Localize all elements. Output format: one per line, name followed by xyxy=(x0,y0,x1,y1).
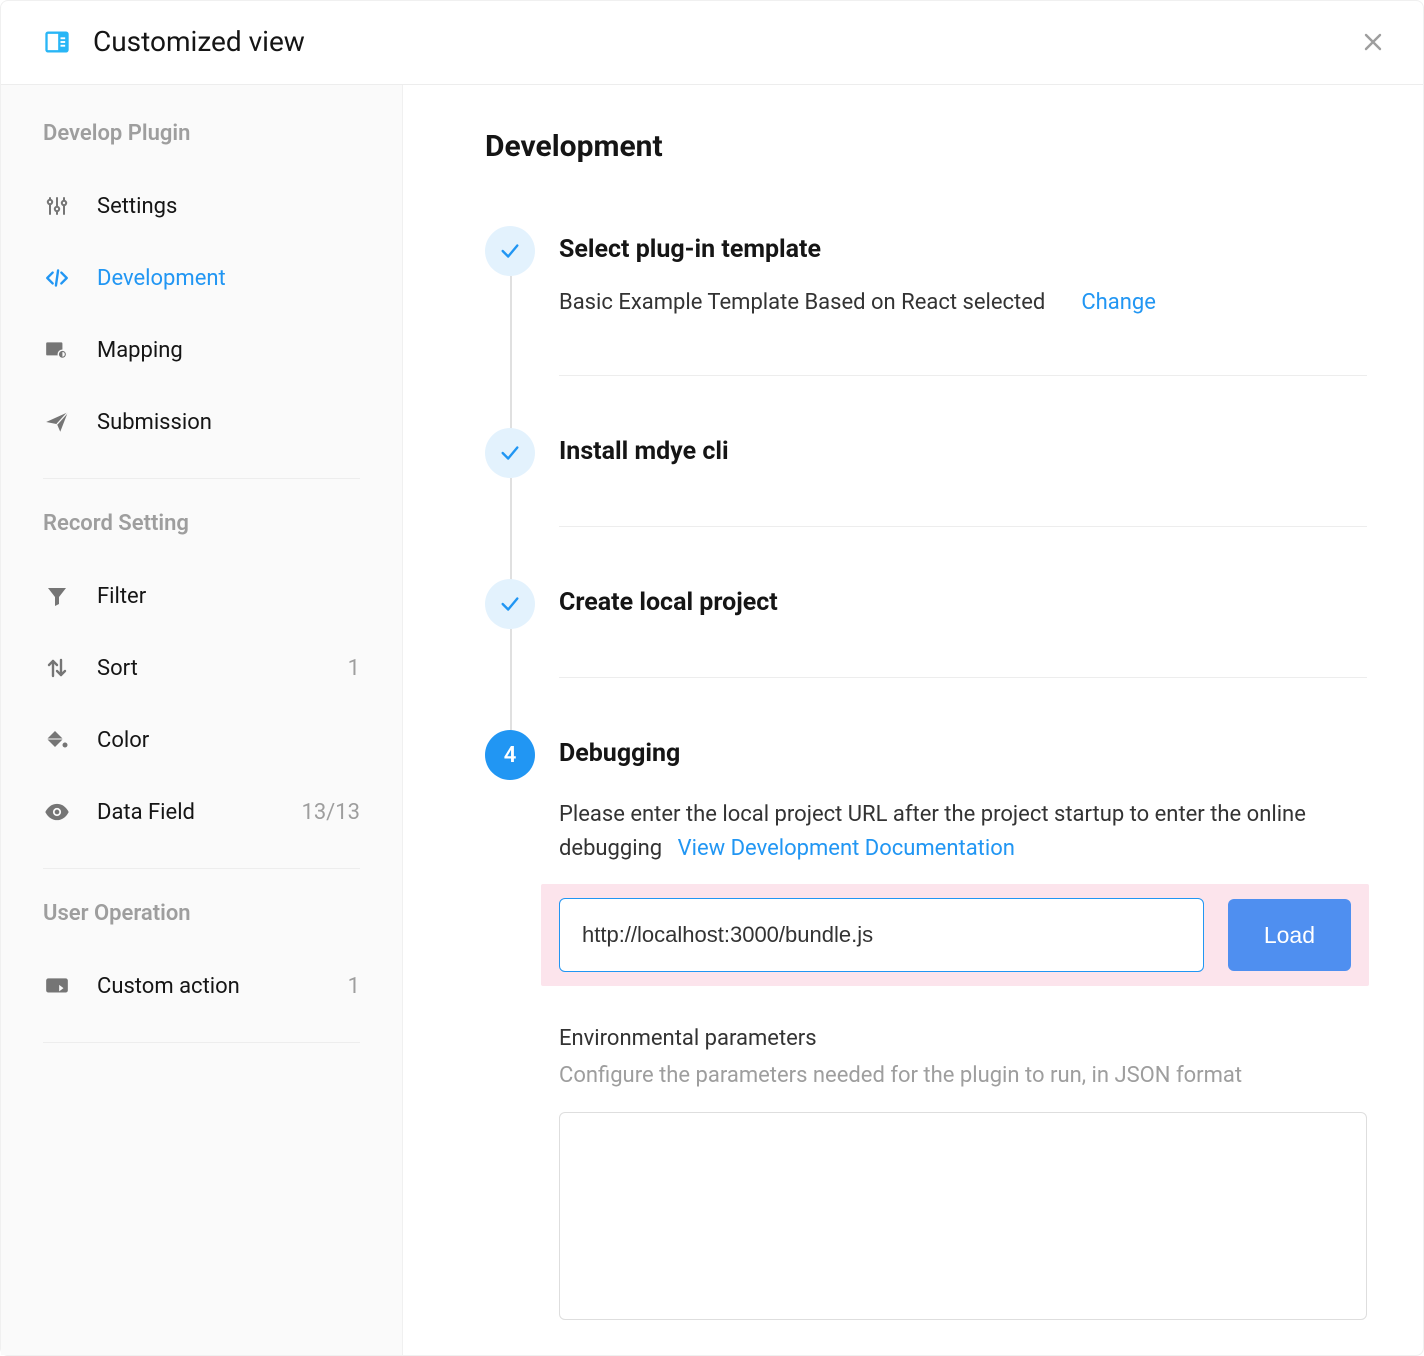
doc-link[interactable]: View Development Documentation xyxy=(678,836,1015,861)
header-left: Customized view xyxy=(43,25,305,58)
step-title: Debugging xyxy=(559,730,1367,768)
sliders-icon xyxy=(43,192,71,220)
page-title: Customized view xyxy=(93,25,305,58)
step-4: 4 Debugging Please enter the local proje… xyxy=(485,730,1367,1355)
step-bullet-done xyxy=(485,226,535,276)
badge: 1 xyxy=(348,656,360,681)
section-user-operation: User Operation xyxy=(43,901,360,926)
sidebar-item-settings[interactable]: Settings xyxy=(43,170,360,242)
sidebar-item-label: Sort xyxy=(97,656,138,681)
close-icon[interactable] xyxy=(1361,30,1385,54)
step-1: Select plug-in template Basic Example Te… xyxy=(485,226,1367,428)
main-title: Development xyxy=(485,129,1367,164)
paint-icon xyxy=(43,726,71,754)
step-content: Select plug-in template Basic Example Te… xyxy=(559,226,1367,376)
step-2: Install mdye cli xyxy=(485,428,1367,579)
mapping-icon xyxy=(43,336,71,364)
sidebar-item-development[interactable]: Development xyxy=(43,242,360,314)
sidebar-item-mapping[interactable]: Mapping xyxy=(43,314,360,386)
sidebar-item-label: Filter xyxy=(97,584,146,609)
step-title: Create local project xyxy=(559,579,1367,617)
badge: 1 xyxy=(348,974,360,999)
project-url-input[interactable] xyxy=(559,898,1204,972)
sidebar-item-filter[interactable]: Filter xyxy=(43,560,360,632)
sidebar-item-color[interactable]: Color xyxy=(43,704,360,776)
step-subline: Basic Example Template Based on React se… xyxy=(559,290,1367,315)
window: Customized view Develop Plugin Settings xyxy=(0,0,1424,1356)
step-number: 4 xyxy=(504,743,517,768)
sort-icon xyxy=(43,654,71,682)
filter-icon xyxy=(43,582,71,610)
sidebar-item-label: Data Field xyxy=(97,800,195,825)
url-row: Load xyxy=(541,884,1369,986)
step-content: Debugging Please enter the local project… xyxy=(559,730,1367,1355)
step-title: Select plug-in template xyxy=(559,226,1367,264)
step-connector xyxy=(510,478,512,580)
step-bullet-done xyxy=(485,428,535,478)
badge: 13/13 xyxy=(301,800,360,825)
step-title: Install mdye cli xyxy=(559,428,1367,466)
action-icon xyxy=(43,972,71,1000)
sidebar-item-submission[interactable]: Submission xyxy=(43,386,360,458)
body: Develop Plugin Settings Devel xyxy=(1,85,1423,1355)
check-icon xyxy=(499,442,521,464)
template-selected-text: Basic Example Template Based on React se… xyxy=(559,290,1045,315)
main-content: Development Select plug-in template Basi… xyxy=(403,85,1423,1355)
check-icon xyxy=(499,593,521,615)
section-record-setting: Record Setting xyxy=(43,511,360,536)
step-connector xyxy=(510,276,512,429)
divider xyxy=(43,868,360,869)
sidebar-item-sort[interactable]: Sort 1 xyxy=(43,632,360,704)
step-connector xyxy=(510,629,512,731)
sidebar-item-label: Development xyxy=(97,266,226,291)
divider xyxy=(43,478,360,479)
steps: Select plug-in template Basic Example Te… xyxy=(485,226,1367,1355)
step-bullet-done xyxy=(485,579,535,629)
env-params-textarea[interactable] xyxy=(559,1112,1367,1320)
env-params-label: Environmental parameters xyxy=(559,1026,1367,1051)
sidebar: Develop Plugin Settings Devel xyxy=(1,85,403,1355)
step-help: Please enter the local project URL after… xyxy=(559,798,1367,866)
sidebar-item-label: Color xyxy=(97,728,149,753)
sidebar-item-label: Custom action xyxy=(97,974,240,999)
env-params-desc: Configure the parameters needed for the … xyxy=(559,1059,1367,1092)
eye-icon xyxy=(43,798,71,826)
change-link[interactable]: Change xyxy=(1081,290,1156,315)
header: Customized view xyxy=(1,1,1423,85)
check-icon xyxy=(499,240,521,262)
code-icon xyxy=(43,264,71,292)
step-3: Create local project xyxy=(485,579,1367,730)
sidebar-item-label: Mapping xyxy=(97,338,183,363)
load-button[interactable]: Load xyxy=(1228,899,1351,971)
step-content: Create local project xyxy=(559,579,1367,678)
sidebar-item-label: Settings xyxy=(97,194,177,219)
divider xyxy=(43,1042,360,1043)
view-icon xyxy=(43,28,71,56)
paper-plane-icon xyxy=(43,408,71,436)
step-content: Install mdye cli xyxy=(559,428,1367,527)
step-bullet-active: 4 xyxy=(485,730,535,780)
section-develop-plugin: Develop Plugin xyxy=(43,121,360,146)
sidebar-item-label: Submission xyxy=(97,410,212,435)
sidebar-item-data-field[interactable]: Data Field 13/13 xyxy=(43,776,360,848)
sidebar-item-custom-action[interactable]: Custom action 1 xyxy=(43,950,360,1022)
